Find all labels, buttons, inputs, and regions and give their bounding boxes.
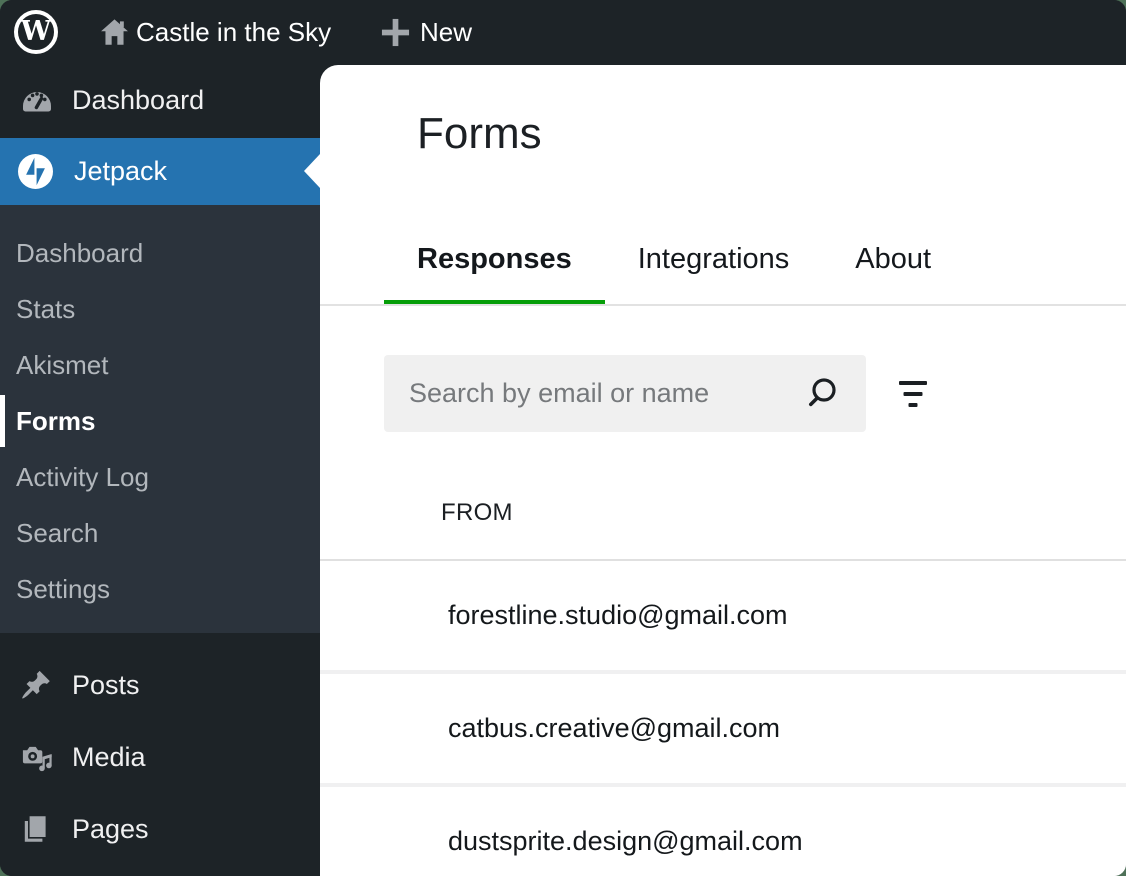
sidebar-item-label: Posts [72, 670, 140, 701]
gauge-icon [20, 83, 54, 117]
submenu-item-search[interactable]: Search [0, 505, 320, 561]
submenu-item-dashboard[interactable]: Dashboard [0, 225, 320, 281]
table-row[interactable]: forestline.studio@gmail.com [320, 561, 1126, 670]
camera-note-icon [20, 741, 53, 774]
admin-bar: W Castle in the Sky New [0, 0, 1126, 65]
forms-content-panel: Forms Responses Integrations About FROM … [320, 65, 1126, 876]
column-header-from: FROM [441, 499, 513, 527]
page-title: Forms [417, 112, 542, 156]
site-name-link[interactable]: Castle in the Sky [136, 0, 331, 65]
sidebar-item-posts[interactable]: Posts [0, 649, 320, 721]
jetpack-icon [18, 154, 53, 189]
search-icon[interactable] [806, 375, 844, 413]
sidebar-item-dashboard[interactable]: Dashboard [0, 71, 320, 129]
filter-line [909, 403, 918, 407]
forms-tabs: Responses Integrations About [384, 245, 964, 304]
tabs-divider [320, 304, 1126, 306]
filter-line [904, 392, 923, 396]
wordpress-admin-window: W Castle in the Sky New Dashboard [0, 0, 1126, 876]
plus-icon [380, 17, 411, 48]
new-button[interactable]: New [420, 0, 472, 65]
jetpack-submenu: Dashboard Stats Akismet Forms Activity L… [0, 205, 320, 633]
sidebar-item-pages[interactable]: Pages [0, 793, 320, 865]
table-row[interactable]: catbus.creative@gmail.com [320, 674, 1126, 783]
sidebar-item-label: Pages [72, 814, 149, 845]
pushpin-icon [20, 669, 52, 701]
sidebar-item-label: Dashboard [72, 85, 204, 116]
sidebar-item-label: Jetpack [74, 156, 167, 187]
responses-table: forestline.studio@gmail.com catbus.creat… [320, 561, 1126, 876]
tab-about[interactable]: About [822, 245, 964, 304]
search-input[interactable] [384, 355, 866, 432]
submenu-item-akismet[interactable]: Akismet [0, 337, 320, 393]
submenu-item-settings[interactable]: Settings [0, 561, 320, 617]
submenu-item-stats[interactable]: Stats [0, 281, 320, 337]
active-menu-arrow [304, 154, 320, 188]
sidebar-item-media[interactable]: Media [0, 721, 320, 793]
wordpress-logo-letter: W [21, 18, 51, 45]
tab-integrations[interactable]: Integrations [605, 245, 823, 304]
pages-icon [20, 813, 52, 845]
submenu-item-activity-log[interactable]: Activity Log [0, 449, 320, 505]
search-box [384, 355, 866, 432]
sidebar-item-label: Media [72, 742, 146, 773]
sidebar-item-jetpack[interactable]: Jetpack [0, 138, 320, 205]
submenu-item-forms[interactable]: Forms [0, 393, 320, 449]
tab-responses[interactable]: Responses [384, 245, 605, 304]
home-icon [98, 17, 131, 48]
table-row[interactable]: dustsprite.design@gmail.com [320, 787, 1126, 876]
sidebar-bottom-group: Posts Media [0, 633, 320, 865]
wordpress-logo-icon[interactable]: W [14, 10, 58, 54]
admin-sidebar: Dashboard Jetpack Dashboard Stats Akisme… [0, 65, 320, 876]
filter-line [899, 381, 927, 385]
filter-icon[interactable] [898, 381, 928, 411]
